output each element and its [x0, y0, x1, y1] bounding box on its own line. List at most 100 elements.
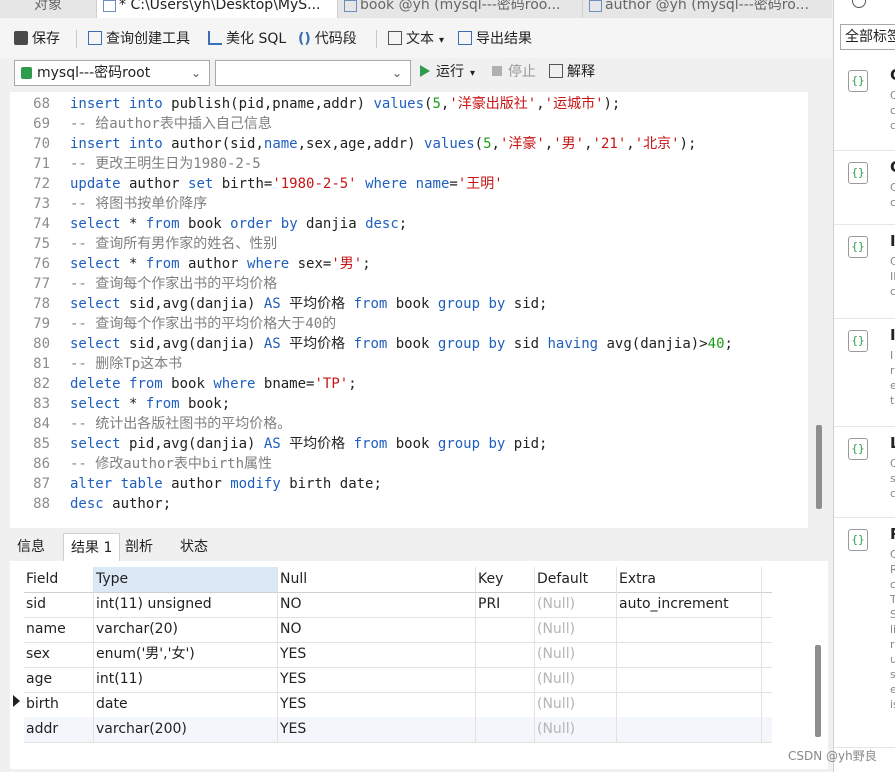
- code-line[interactable]: 78 select sid,avg(danjia) AS 平均价格 from bo…: [10, 294, 547, 314]
- tag-filter-dropdown[interactable]: 全部标签: [840, 24, 895, 50]
- stop-button[interactable]: 停止: [492, 61, 536, 83]
- table-cell[interactable]: [617, 667, 762, 692]
- tab-query-editor[interactable]: * C:\Users\yh\Desktop\MyS...: [97, 0, 338, 18]
- table-cell[interactable]: addr: [24, 717, 94, 742]
- query-builder-button[interactable]: 查询创建工具: [88, 28, 190, 50]
- snippet-card[interactable]: {} I I r e t: [834, 318, 895, 427]
- export-results-button[interactable]: 导出结果: [458, 28, 532, 50]
- column-header[interactable]: Field: [24, 567, 94, 592]
- code-line[interactable]: 80 select sid,avg(danjia) AS 平均价格 from bo…: [10, 334, 733, 354]
- snippet-card[interactable]: {} I C II c: [834, 224, 895, 319]
- table-cell[interactable]: name: [24, 617, 94, 642]
- table-cell[interactable]: sid: [24, 592, 94, 617]
- tab-status[interactable]: 状态: [173, 533, 215, 561]
- table-cell[interactable]: [476, 692, 535, 717]
- snippet-card[interactable]: {} L C s c: [834, 426, 895, 518]
- table-cell[interactable]: enum('男','女'): [94, 642, 278, 667]
- column-header[interactable]: Null: [278, 567, 476, 592]
- table-cell[interactable]: [476, 717, 535, 742]
- column-header[interactable]: Extra: [617, 567, 762, 592]
- table-cell[interactable]: NO: [278, 617, 476, 642]
- table-cell[interactable]: varchar(20): [94, 617, 278, 642]
- code-line[interactable]: 82 delete from book where bname='TP';: [10, 374, 357, 394]
- table-cell[interactable]: YES: [278, 717, 476, 742]
- table-cell[interactable]: date: [94, 692, 278, 717]
- table-cell[interactable]: [476, 617, 535, 642]
- table-cell[interactable]: [476, 642, 535, 667]
- table-cell[interactable]: YES: [278, 667, 476, 692]
- table-cell[interactable]: PRI: [476, 592, 535, 617]
- editor-scrollbar[interactable]: [816, 425, 822, 509]
- table-cell[interactable]: [617, 617, 762, 642]
- code-line[interactable]: 73 -- 将图书按单价降序: [10, 194, 207, 214]
- grid-scrollbar[interactable]: [815, 645, 821, 737]
- code-line[interactable]: 74 select * from book order by danjia des…: [10, 214, 407, 234]
- code-line[interactable]: 71 -- 更改王明生日为1980-2-5: [10, 154, 261, 174]
- tab-book-table[interactable]: book @yh (mysql---密码roo...: [338, 0, 583, 18]
- table-cell[interactable]: (Null): [535, 667, 617, 692]
- connection-select[interactable]: mysql---密码root ⌄: [14, 60, 210, 86]
- explain-button[interactable]: 解释: [549, 61, 595, 83]
- table-cell[interactable]: (Null): [535, 692, 617, 717]
- snippet-card[interactable]: {} C C c c: [834, 58, 895, 151]
- table-cell[interactable]: int(11): [94, 667, 278, 692]
- table-cell[interactable]: YES: [278, 692, 476, 717]
- column-header[interactable]: Default: [535, 567, 617, 592]
- save-button[interactable]: 保存: [14, 28, 60, 50]
- tab-profile[interactable]: 剖析: [118, 533, 160, 561]
- tab-info[interactable]: 信息: [10, 533, 52, 561]
- sql-editor[interactable]: 68 insert into publish(pid,pname,addr) va…: [10, 92, 808, 528]
- table-row[interactable]: addr varchar(200) YES (Null): [24, 717, 772, 743]
- table-cell[interactable]: auto_increment: [617, 592, 762, 617]
- table-cell[interactable]: (Null): [535, 642, 617, 667]
- code-line[interactable]: 84 -- 统计出各版社图书的平均价格。: [10, 414, 291, 434]
- code-line[interactable]: 86 -- 修改author表中birth属性: [10, 454, 272, 474]
- code-line[interactable]: 88 desc author;: [10, 494, 171, 514]
- code-line[interactable]: 79 -- 查询每个作家出书的平均价格大于40的: [10, 314, 336, 334]
- column-header[interactable]: Key: [476, 567, 535, 592]
- tab-author-table[interactable]: author @yh (mysql---密码ro...: [583, 0, 832, 18]
- tab-objects[interactable]: 对象: [0, 0, 97, 18]
- code-line[interactable]: 85 select pid,avg(danjia) AS 平均价格 from bo…: [10, 434, 547, 454]
- table-cell[interactable]: [617, 642, 762, 667]
- table-cell[interactable]: NO: [278, 592, 476, 617]
- code-line[interactable]: 77 -- 查询每个作家出书的平均价格: [10, 274, 277, 294]
- table-cell[interactable]: (Null): [535, 617, 617, 642]
- table-cell[interactable]: int(11) unsigned: [94, 592, 278, 617]
- table-cell[interactable]: varchar(200): [94, 717, 278, 742]
- tab-result-1[interactable]: 结果 1: [63, 533, 121, 562]
- beautify-sql-button[interactable]: 美化 SQL: [208, 28, 286, 50]
- code-line[interactable]: 75 -- 查询所有男作家的姓名、性别: [10, 234, 277, 254]
- table-cell[interactable]: [476, 667, 535, 692]
- code-line[interactable]: 72 update author set birth='1980-2-5' whe…: [10, 174, 503, 194]
- code-snippet-button[interactable]: () 代码段: [298, 28, 357, 50]
- text-menu-button[interactable]: 文本 ▾: [388, 28, 444, 50]
- column-header[interactable]: Type: [94, 567, 278, 592]
- code-line[interactable]: 70 insert into author(sid,name,sex,age,ad…: [10, 134, 696, 154]
- snippet-card[interactable]: {} C C c: [834, 150, 895, 225]
- table-row[interactable]: name varchar(20) NO (Null): [24, 617, 772, 643]
- table-cell[interactable]: (Null): [535, 717, 617, 742]
- database-select[interactable]: ⌄: [215, 60, 411, 86]
- code-line[interactable]: 76 select * from author where sex='男';: [10, 254, 371, 274]
- code-line[interactable]: 87 alter table author modify birth date;: [10, 474, 382, 494]
- table-cell[interactable]: YES: [278, 642, 476, 667]
- code-line[interactable]: 69 -- 给author表中插入自己信息: [10, 114, 272, 134]
- table-cell[interactable]: age: [24, 667, 94, 692]
- code-line[interactable]: 68 insert into publish(pid,pname,addr) va…: [10, 94, 620, 114]
- run-button[interactable]: 运行 ▾: [420, 61, 475, 83]
- table-row[interactable]: age int(11) YES (Null): [24, 667, 772, 693]
- code-line[interactable]: 83 select * from book;: [10, 394, 230, 414]
- table-header-row[interactable]: Field Type Null Key Default Extra: [24, 567, 772, 593]
- table-cell[interactable]: [617, 717, 762, 742]
- table-row[interactable]: birth date YES (Null): [24, 692, 772, 718]
- table-row[interactable]: sid int(11) unsigned NO PRI (Null) auto_incre…: [24, 592, 772, 618]
- table-cell[interactable]: sex: [24, 642, 94, 667]
- table-cell[interactable]: (Null): [535, 592, 617, 617]
- result-grid[interactable]: Field Type Null Key Default Extra sid int(11) u…: [10, 561, 828, 769]
- snippet-card[interactable]: {} R C R c T S li r u s e is: [834, 517, 895, 748]
- code-line[interactable]: 81 -- 删除Tp这本书: [10, 354, 182, 374]
- table-cell[interactable]: [617, 692, 762, 717]
- table-row[interactable]: sex enum('男','女') YES (Null): [24, 642, 772, 668]
- table-cell[interactable]: birth: [24, 692, 94, 717]
